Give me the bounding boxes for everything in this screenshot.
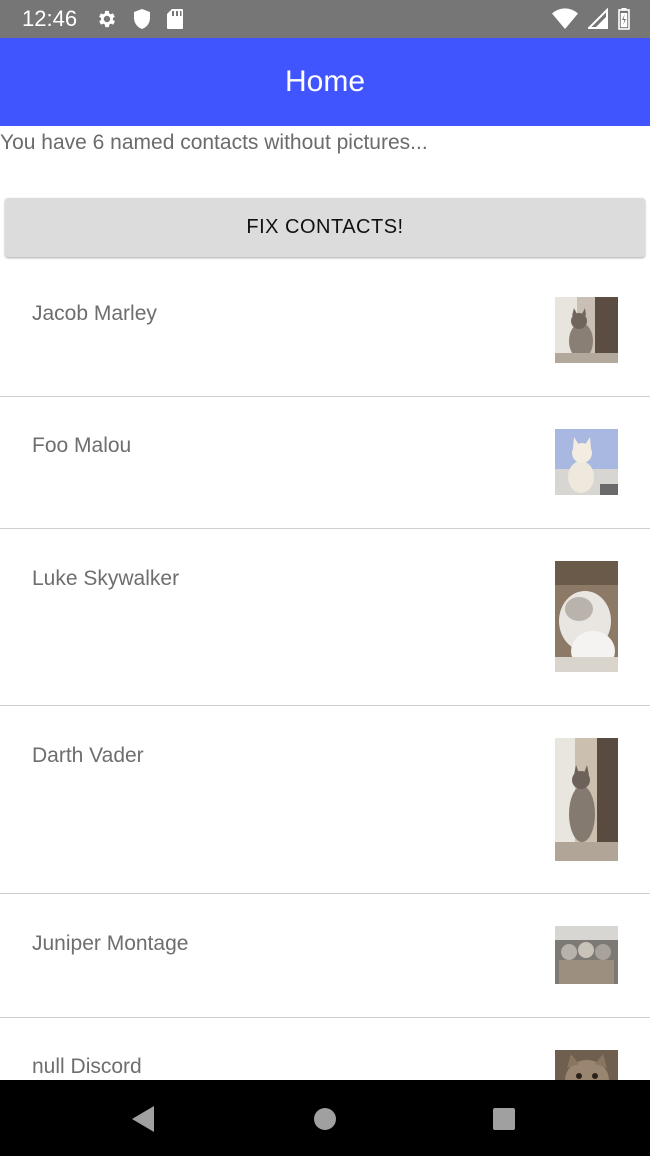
contact-row[interactable]: null Discord xyxy=(0,1018,650,1080)
cell-signal-icon xyxy=(588,8,608,30)
recents-icon[interactable] xyxy=(489,1104,519,1134)
contact-row[interactable]: Luke Skywalker xyxy=(0,529,650,706)
navigation-bar xyxy=(0,1080,650,1156)
status-icons-left xyxy=(96,8,184,30)
gear-icon xyxy=(96,8,118,30)
status-bar: 12:46 xyxy=(0,0,650,38)
sd-card-icon xyxy=(166,8,184,30)
contact-row[interactable]: Foo Malou xyxy=(0,397,650,529)
contact-list[interactable]: Jacob Marley Foo Malou Luke Skywalker Da… xyxy=(0,264,650,1080)
contact-name: Jacob Marley xyxy=(32,302,157,325)
summary-text: You have 6 named contacts without pictur… xyxy=(0,131,428,154)
status-time: 12:46 xyxy=(22,6,78,31)
app-bar: Home xyxy=(0,38,650,126)
phone-screen: 12:46 Home You have 6 named contacts wit… xyxy=(0,0,650,1156)
wifi-icon xyxy=(552,8,578,30)
contact-name: Darth Vader xyxy=(32,744,144,767)
contact-row[interactable]: Jacob Marley xyxy=(0,264,650,397)
cat-photo xyxy=(555,1050,618,1080)
home-icon[interactable] xyxy=(310,1104,340,1134)
contact-row[interactable]: Darth Vader xyxy=(0,706,650,894)
cat-photo xyxy=(555,297,618,363)
cat-photo xyxy=(555,926,618,984)
shield-icon xyxy=(132,8,152,30)
contact-name: Foo Malou xyxy=(32,434,132,457)
contact-name: null Discord xyxy=(32,1055,142,1078)
cat-photo xyxy=(555,738,618,861)
back-icon[interactable] xyxy=(128,1104,158,1134)
cat-photo xyxy=(555,561,618,672)
page-title: Home xyxy=(284,65,366,98)
contact-name: Juniper Montage xyxy=(32,932,189,955)
status-icons-right xyxy=(552,8,630,30)
fix-contacts-button[interactable]: FIX CONTACTS! xyxy=(5,198,645,257)
battery-icon xyxy=(618,8,630,30)
contact-name: Luke Skywalker xyxy=(32,567,180,590)
cat-photo xyxy=(555,429,618,495)
contact-row[interactable]: Juniper Montage xyxy=(0,894,650,1018)
